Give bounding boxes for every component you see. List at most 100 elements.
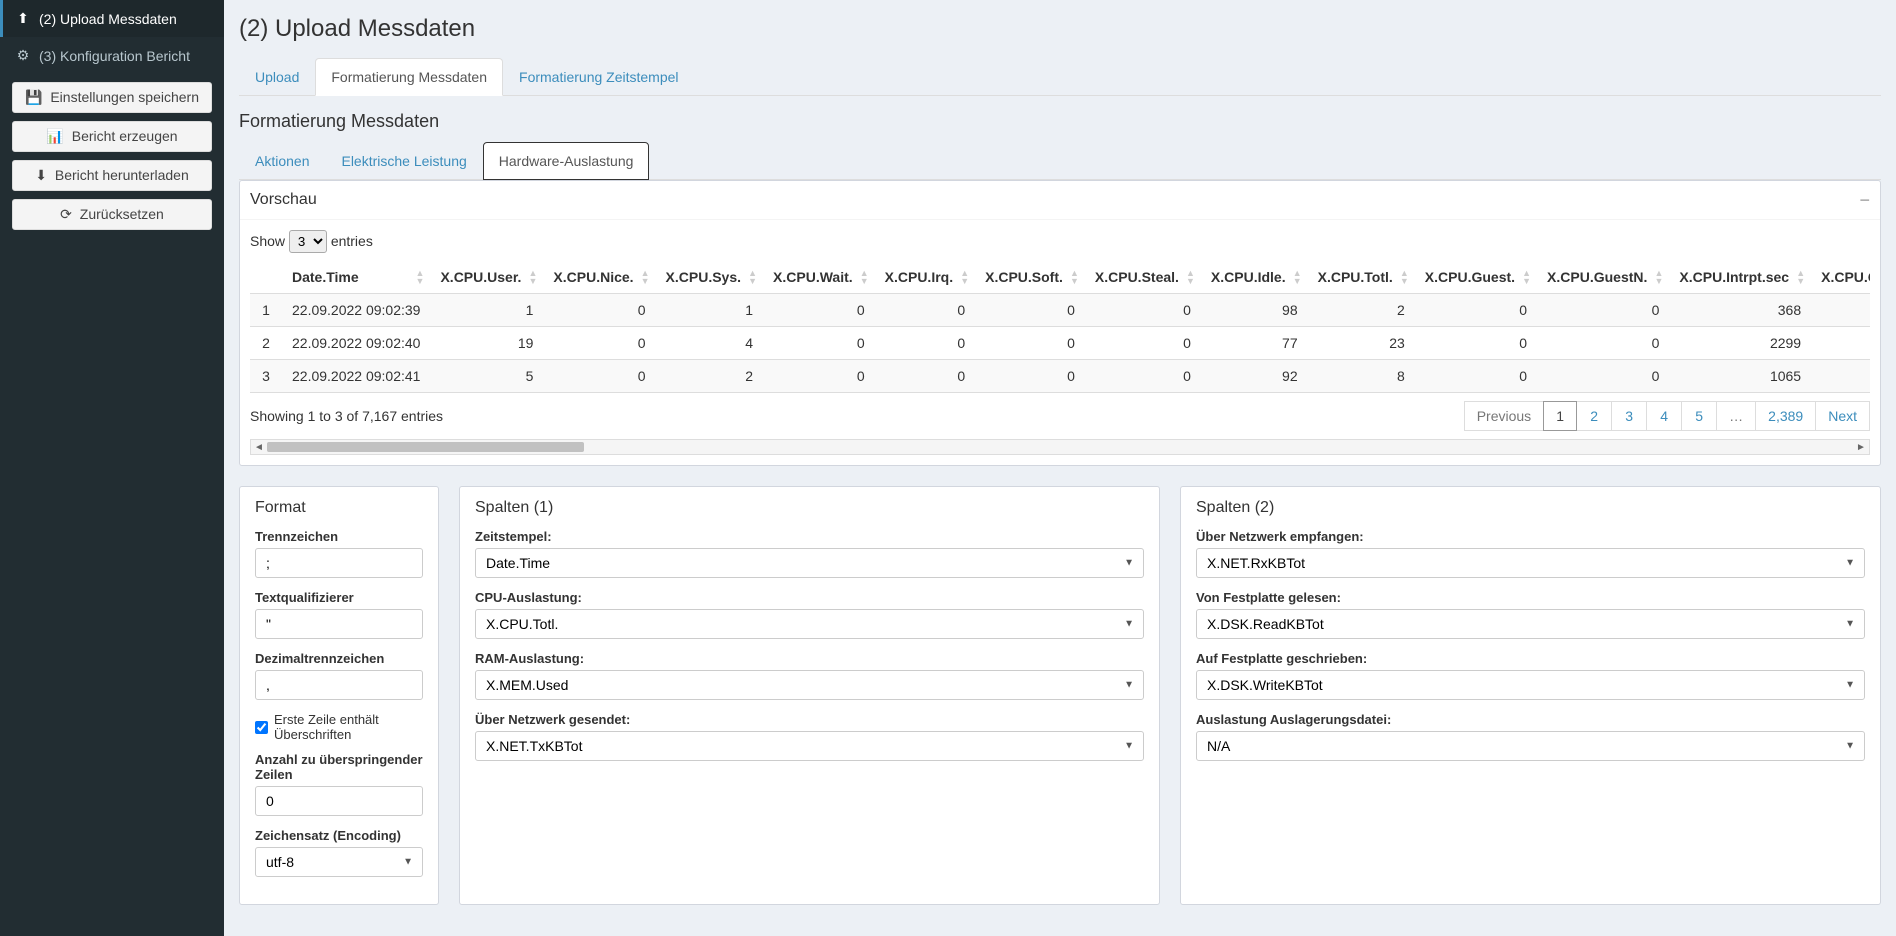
generate-report-button[interactable]: 📊 Bericht erzeugen	[12, 121, 212, 152]
sort-icon: ▲▼	[1070, 269, 1079, 285]
scroll-left-icon[interactable]: ◄	[251, 442, 267, 453]
table-scroll[interactable]: Date.Time▲▼X.CPU.User.▲▼X.CPU.Nice.▲▼X.C…	[250, 261, 1870, 393]
table-cell: 92	[1201, 360, 1308, 393]
table-cell: 98	[1201, 294, 1308, 327]
skip-input[interactable]	[255, 786, 423, 816]
page-link[interactable]: 2,389	[1756, 402, 1815, 430]
tab-link[interactable]: Hardware-Auslastung	[483, 142, 650, 180]
page-4[interactable]: 4	[1646, 401, 1682, 431]
sidebar-item-upload-messdaten[interactable]: ⬆ (2) Upload Messdaten	[0, 0, 224, 37]
net-tx-select[interactable]: X.NET.TxKBTot	[475, 731, 1144, 761]
scroll-right-icon[interactable]: ►	[1853, 442, 1869, 453]
column-header[interactable]: X.CPU.Totl.▲▼	[1308, 261, 1415, 294]
column-header[interactable]: X.CPU.Ctx.sec▲▼	[1811, 261, 1870, 294]
page-link[interactable]: 2	[1577, 402, 1611, 430]
scroll-track[interactable]	[267, 440, 1853, 454]
tab-link[interactable]: Formatierung Zeitstempel	[503, 58, 695, 96]
collapse-button[interactable]: −	[1859, 191, 1870, 209]
tab-link[interactable]: Formatierung Messdaten	[315, 58, 503, 96]
download-report-button[interactable]: ⬇ Bericht herunterladen	[12, 160, 212, 191]
page-title: (2) Upload Messdaten	[239, 15, 1881, 43]
tab-link[interactable]: Elektrische Leistung	[325, 142, 482, 180]
decimal-input[interactable]	[255, 670, 423, 700]
column-header[interactable]: X.CPU.Steal.▲▼	[1085, 261, 1201, 294]
column-header[interactable]: X.CPU.Soft.▲▼	[975, 261, 1085, 294]
table-cell: 2	[1308, 294, 1415, 327]
header-checkbox-label[interactable]: Erste Zeile enthält Überschriften	[274, 712, 423, 742]
subtab-elektrische-leistung[interactable]: Elektrische Leistung	[325, 142, 482, 180]
tab-link[interactable]: Upload	[239, 58, 315, 96]
tab-link[interactable]: Aktionen	[239, 142, 325, 180]
page-link[interactable]: 3	[1612, 402, 1646, 430]
table-cell: 22.09.2022 09:02:41	[282, 360, 430, 393]
column-header[interactable]: X.CPU.GuestN.▲▼	[1537, 261, 1669, 294]
timestamp-select[interactable]: Date.Time	[475, 548, 1144, 578]
ram-select[interactable]: X.MEM.Used	[475, 670, 1144, 700]
column-header[interactable]: Date.Time▲▼	[282, 261, 430, 294]
column-header[interactable]: X.CPU.User.▲▼	[430, 261, 543, 294]
page-1[interactable]: 1	[1543, 401, 1577, 431]
table-cell: 2	[656, 360, 763, 393]
disk-write-select[interactable]: X.DSK.WriteKBTot	[1196, 670, 1865, 700]
separator-input[interactable]	[255, 548, 423, 578]
table-cell: 22.09.2022 09:02:39	[282, 294, 430, 327]
column-header[interactable]: X.CPU.Intrpt.sec▲▼	[1669, 261, 1811, 294]
net-rx-select[interactable]: X.NET.RxKBTot	[1196, 548, 1865, 578]
quote-label: Textqualifizierer	[255, 590, 423, 605]
columns2-panel: Spalten (2) Über Netzwerk empfangen: X.N…	[1180, 486, 1881, 905]
page-link[interactable]: 1	[1543, 401, 1577, 431]
column-header[interactable]: X.CPU.Irq.▲▼	[875, 261, 975, 294]
show-label: Show	[250, 233, 285, 249]
disk-read-select[interactable]: X.DSK.ReadKBTot	[1196, 609, 1865, 639]
format-panel: Format Trennzeichen Textqualifizierer De…	[239, 486, 439, 905]
page-link[interactable]: 4	[1647, 402, 1681, 430]
subtab-aktionen[interactable]: Aktionen	[239, 142, 325, 180]
page-link[interactable]: Next	[1816, 402, 1869, 430]
sort-icon: ▲▼	[960, 269, 969, 285]
button-label: Bericht herunterladen	[55, 167, 189, 183]
encoding-select[interactable]: utf-8	[255, 847, 423, 877]
tab-formatierung-messdaten[interactable]: Formatierung Messdaten	[315, 58, 503, 96]
reset-button[interactable]: ⟳ Zurücksetzen	[12, 199, 212, 230]
subtab-hardware-auslastung[interactable]: Hardware-Auslastung	[483, 142, 650, 180]
table-cell: 0	[875, 294, 975, 327]
table-cell: 0	[543, 360, 655, 393]
column-header[interactable]: X.CPU.Nice.▲▼	[543, 261, 655, 294]
button-label: Zurücksetzen	[80, 206, 164, 222]
column-header[interactable]: X.CPU.Wait.▲▼	[763, 261, 875, 294]
refresh-icon: ⟳	[60, 206, 72, 222]
scroll-thumb[interactable]	[267, 442, 584, 452]
page-5[interactable]: 5	[1681, 401, 1717, 431]
table-row: 122.09.2022 09:02:391010000982003688520	[250, 294, 1870, 327]
page-2,389[interactable]: 2,389	[1755, 401, 1816, 431]
sort-icon: ▲▼	[860, 269, 869, 285]
page-2[interactable]: 2	[1576, 401, 1612, 431]
encoding-label: Zeichensatz (Encoding)	[255, 828, 423, 843]
table-cell: 0	[543, 327, 655, 360]
sort-icon: ▲▼	[1796, 269, 1805, 285]
header-checkbox[interactable]	[255, 721, 268, 734]
entries-select[interactable]: 3	[289, 230, 327, 253]
page-link[interactable]: 5	[1682, 402, 1716, 430]
quote-input[interactable]	[255, 609, 423, 639]
tab-upload[interactable]: Upload	[239, 58, 315, 96]
table-cell: 1065	[1669, 360, 1811, 393]
sidebar-item-konfiguration-bericht[interactable]: ⚙ (3) Konfiguration Bericht	[0, 37, 224, 74]
chart-icon: 📊	[46, 128, 63, 144]
cpu-select[interactable]: X.CPU.Totl.	[475, 609, 1144, 639]
table-cell: 23	[1308, 327, 1415, 360]
table-cell: 19	[430, 327, 543, 360]
horizontal-scrollbar[interactable]: ◄ ►	[250, 439, 1870, 455]
table-cell: 2299	[1669, 327, 1811, 360]
save-settings-button[interactable]: 💾 Einstellungen speichern	[12, 82, 212, 113]
column-header[interactable]: X.CPU.Sys.▲▼	[656, 261, 763, 294]
download-icon: ⬇	[35, 167, 47, 183]
swap-select[interactable]: N/A	[1196, 731, 1865, 761]
column-header[interactable]: X.CPU.Idle.▲▼	[1201, 261, 1308, 294]
upload-icon: ⬆	[15, 10, 31, 27]
column-header[interactable]: X.CPU.Guest.▲▼	[1415, 261, 1537, 294]
tab-formatierung-zeitstempel[interactable]: Formatierung Zeitstempel	[503, 58, 695, 96]
column-header[interactable]	[250, 261, 282, 294]
page-3[interactable]: 3	[1611, 401, 1647, 431]
page-next[interactable]: Next	[1815, 401, 1870, 431]
